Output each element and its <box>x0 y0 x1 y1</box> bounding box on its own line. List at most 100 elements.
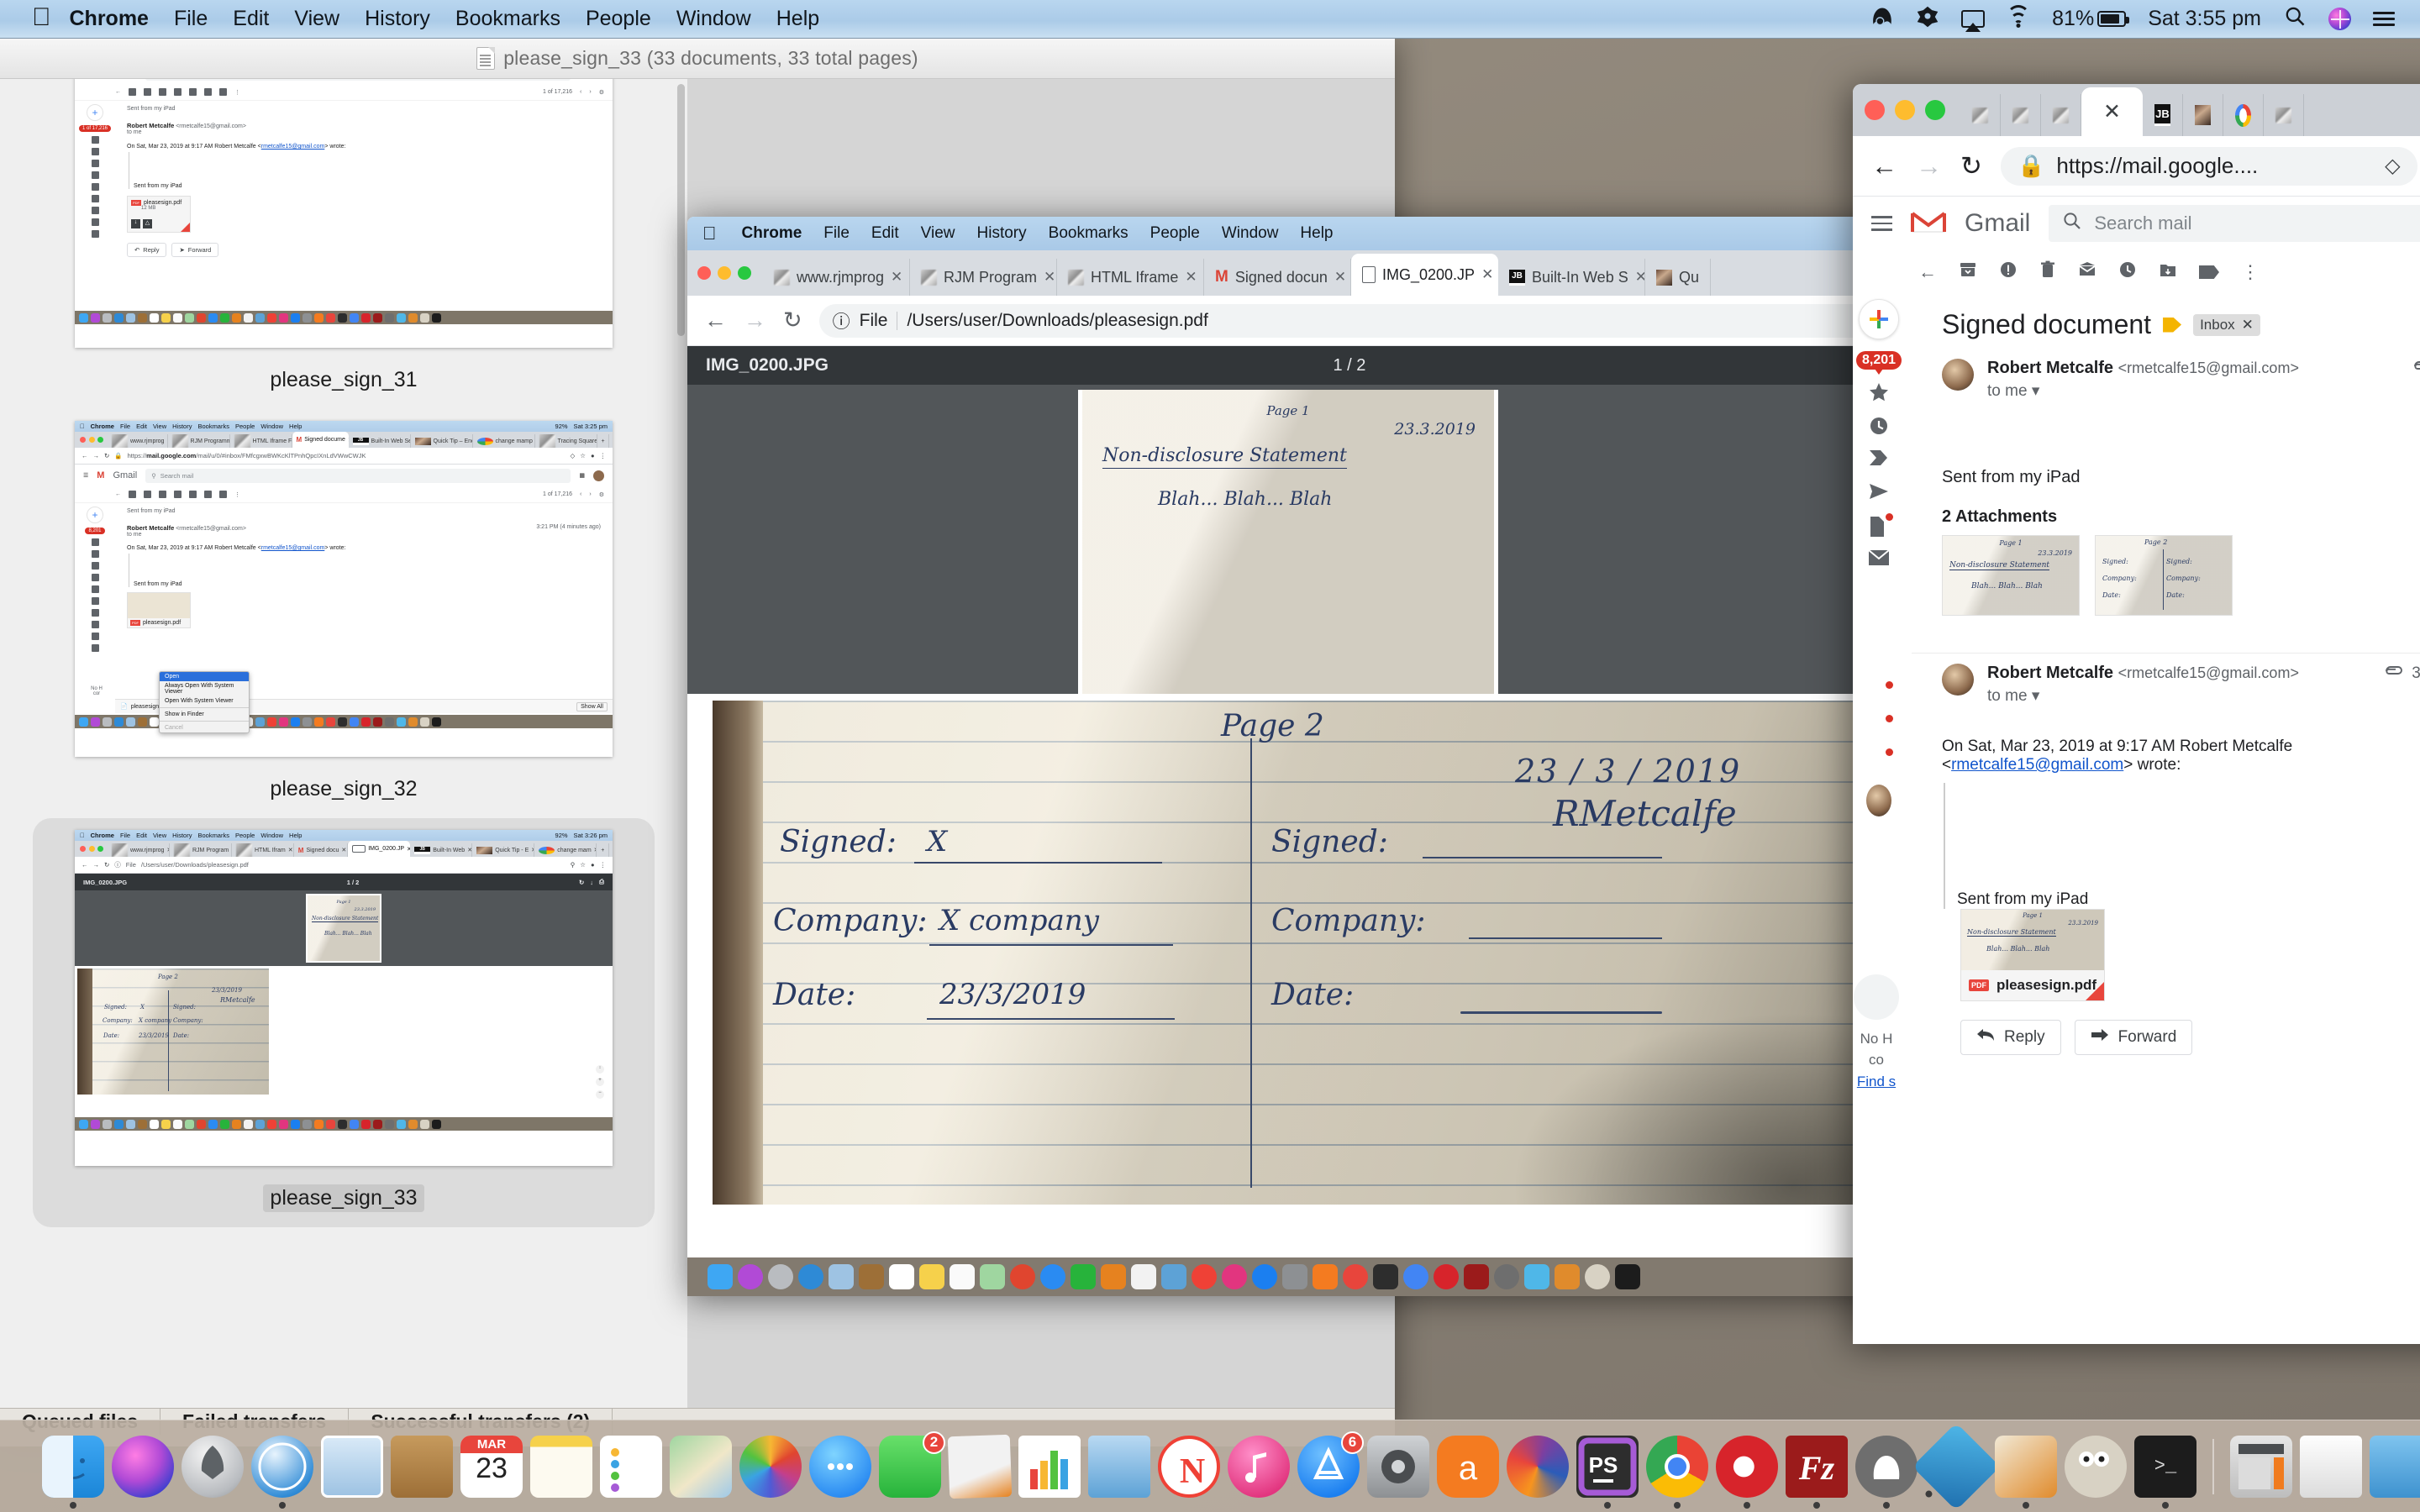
dock-appstore-icon[interactable]: 6 <box>1297 1431 1364 1498</box>
dock-news-icon[interactable]: N <box>1158 1435 1220 1498</box>
menu-item-file[interactable]: File <box>823 224 850 243</box>
dock-reminders-icon[interactable] <box>600 1435 662 1498</box>
tab-rjmprog[interactable]: www.rjmprog ✕ <box>763 259 910 296</box>
dock-mail-icon[interactable] <box>829 1264 854 1289</box>
minimize-window-button[interactable] <box>718 266 731 280</box>
site-info-icon[interactable]: ⓘ <box>833 308 850 333</box>
tab-rjm-program[interactable]: RJM Program ✕ <box>910 259 1057 296</box>
front-tab-strip[interactable]: ✕ JB <box>1853 84 2420 136</box>
menu-item-help[interactable]: Help <box>776 7 819 31</box>
macos-dock[interactable]: MAR 23 2 N 6 a PS Fz >_ <box>0 1420 2420 1512</box>
close-icon[interactable]: ✕ <box>1044 269 1055 286</box>
menu-item-chrome[interactable]: Chrome <box>742 224 802 243</box>
forward-arrow-icon[interactable]: → <box>1916 151 1942 181</box>
sidebar-scrollbar[interactable] <box>677 84 685 336</box>
front-omnibox-row[interactable]: ← → ↻ 🔒 https://mail.google.... ◇ ◉ <box>1853 136 2420 197</box>
dock-terminal-icon[interactable]: >_ <box>2134 1435 2196 1509</box>
important-chevron-icon[interactable] <box>2163 317 2182 333</box>
dock-firefox-icon[interactable] <box>1507 1435 1569 1498</box>
close-window-button[interactable] <box>697 266 711 280</box>
dock-mamp-icon[interactable] <box>1855 1435 1918 1509</box>
dock-avast-icon[interactable]: a <box>1437 1435 1499 1498</box>
mid-pdf-toolbar[interactable]: IMG_0200.JPG 1 / 2 <box>687 346 1889 385</box>
snoozed-icon[interactable] <box>1868 415 1890 437</box>
dock-calendar-icon[interactable] <box>889 1264 914 1289</box>
dock-keynote-icon[interactable] <box>1161 1264 1186 1289</box>
menu-item-bookmarks[interactable]: Bookmarks <box>1049 224 1128 243</box>
dock-contacts-icon[interactable] <box>859 1264 884 1289</box>
dock-pages-icon[interactable] <box>947 1434 1013 1499</box>
forward-arrow-icon[interactable]: → <box>744 307 766 333</box>
back-arrow-icon[interactable]: ← <box>1871 151 1897 181</box>
reply-button[interactable]: Reply <box>1960 1020 2061 1055</box>
dock-launchpad-icon[interactable] <box>182 1435 244 1498</box>
dock-calendar-icon[interactable]: MAR 23 <box>460 1435 523 1498</box>
dock-numbers-icon[interactable] <box>1018 1435 1081 1498</box>
mid-pdf-page2-wrap[interactable]: Page 2 23 / 3 / 2019 RMetcalfe Signed: X… <box>687 694 1889 1225</box>
tab-blurred-4[interactable] <box>2264 94 2304 136</box>
notification-center-icon[interactable] <box>2373 8 2395 29</box>
dock-chrome-icon[interactable] <box>1403 1264 1428 1289</box>
message-2-attachment-card[interactable]: Page 1 23.3.2019 Non-disclosure Statemen… <box>1960 909 2105 1001</box>
dock-keynote-icon[interactable] <box>1088 1435 1150 1498</box>
menu-item-history[interactable]: History <box>977 224 1027 243</box>
dock-pages-icon[interactable] <box>1101 1264 1126 1289</box>
front-address-bar[interactable]: 🔒 https://mail.google.... ◇ <box>2000 146 2417 186</box>
dock-photos-icon[interactable] <box>1010 1264 1035 1289</box>
quote-intro-link[interactable]: rmetcalfe15@gmail.com <box>1951 756 2123 774</box>
all-mail-icon[interactable] <box>1868 549 1890 571</box>
menu-item-history[interactable]: History <box>365 7 430 31</box>
remove-label-icon[interactable]: ✕ <box>2242 317 2254 333</box>
dock-finder-icon[interactable] <box>42 1435 104 1509</box>
dock-paintbrush-icon[interactable] <box>1995 1435 2057 1509</box>
dock-calculator-icon[interactable] <box>2230 1435 2292 1498</box>
chrome-window-pdf[interactable]:  Chrome File Edit View History Bookmark… <box>687 217 1889 1296</box>
message-1-recipients[interactable]: to me ▾ <box>1987 381 2299 401</box>
dock-siri-icon[interactable] <box>738 1264 763 1289</box>
message-actions[interactable]: Reply Forward <box>1912 1001 2420 1055</box>
user-avatar-icon[interactable] <box>1866 785 1891 816</box>
wifi-icon[interactable] <box>2007 4 2031 29</box>
dock-filezilla-icon[interactable]: Fz <box>1786 1435 1848 1509</box>
message-1-attachments[interactable]: Page 1 23.3.2019 Non-disclosure Statemen… <box>1912 527 2420 616</box>
dock-system-preferences-icon[interactable] <box>1282 1264 1307 1289</box>
mid-omnibox-row[interactable]: ← → ↻ ⓘ File /Users/user/Downloads/pleas… <box>687 296 1889 346</box>
more-options-icon[interactable]: ⋮ <box>2241 261 2260 283</box>
dock-opera-icon[interactable] <box>1434 1264 1459 1289</box>
dock-siri-icon[interactable] <box>112 1435 174 1498</box>
window-controls[interactable] <box>1856 84 1960 136</box>
mid-address-bar[interactable]: ⓘ File /Users/user/Downloads/pleasesign.… <box>818 303 1872 338</box>
message-2-header[interactable]: Robert Metcalfe <rmetcalfe15@gmail.com> … <box>1912 654 2420 706</box>
dock-mamp-icon[interactable] <box>1494 1264 1519 1289</box>
dock-documents-folder-icon[interactable] <box>2370 1435 2420 1498</box>
archive-icon[interactable] <box>1959 260 1977 284</box>
starred-icon[interactable] <box>1868 381 1890 403</box>
dock-mail-icon[interactable] <box>321 1435 383 1498</box>
menu-item-view[interactable]: View <box>921 224 955 243</box>
menu-item-edit[interactable]: Edit <box>871 224 899 243</box>
dock-facetime-icon[interactable] <box>1071 1264 1096 1289</box>
sent-icon[interactable] <box>1868 482 1890 504</box>
menu-item-people[interactable]: People <box>586 7 651 31</box>
tab-blurred-1[interactable] <box>1960 94 2001 136</box>
chevron-down-icon[interactable]: ▾ <box>2032 687 2040 705</box>
tab-signed-document[interactable]: M Signed docun ✕ <box>1204 259 1351 296</box>
important-icon[interactable] <box>1868 449 1890 470</box>
dock-terminal-icon[interactable] <box>1615 1264 1640 1289</box>
airplay-icon[interactable] <box>1961 10 1986 28</box>
dock-system-preferences-icon[interactable] <box>1367 1435 1429 1498</box>
dock-photos-icon[interactable] <box>739 1435 802 1498</box>
close-icon[interactable]: ✕ <box>1185 269 1197 286</box>
dock-reminders-icon[interactable] <box>950 1264 975 1289</box>
close-icon[interactable]: ✕ <box>2103 99 2121 124</box>
dock-itunes-icon[interactable] <box>1228 1435 1290 1498</box>
attachment-thumb-page2[interactable]: Page 2 Signed: Signed: Company: Company:… <box>2095 535 2233 616</box>
siri-icon[interactable] <box>2328 8 2351 30</box>
inbox-unread-badge[interactable]: 8,201 <box>1855 351 1902 370</box>
tab-built-in-web-server[interactable]: JB Built-In Web S ✕ <box>1498 259 1645 296</box>
menu-item-view[interactable]: View <box>294 7 339 31</box>
dock-maps-icon[interactable] <box>980 1264 1005 1289</box>
dock-messages-icon[interactable] <box>1040 1264 1065 1289</box>
dock-facetime-icon[interactable]: 2 <box>879 1431 945 1498</box>
mid-tab-strip[interactable]: www.rjmprog ✕ RJM Program ✕ HTML Iframe … <box>687 250 1889 296</box>
